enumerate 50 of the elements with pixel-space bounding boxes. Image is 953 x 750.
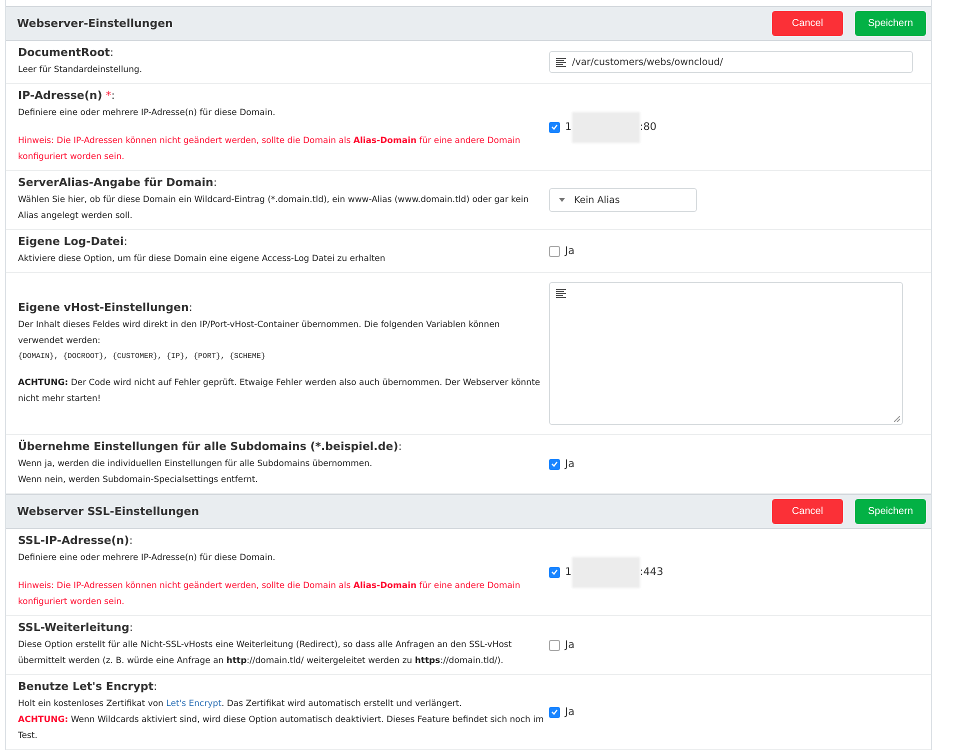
description-text: Aktiviere diese Option, um für diese Domain eine eigene Access-Log Datei zu erhalten (18, 253, 386, 266)
ip-checkbox[interactable] (549, 566, 560, 578)
lets-encrypt-link[interactable]: Let's Encrypt (166, 699, 222, 709)
checkbox[interactable] (549, 246, 560, 256)
description-text: Wenn nein, werden Subdomain-Specialsettings entfernt. (18, 474, 259, 487)
checkbox-label: Ja (565, 458, 575, 470)
ip-checkbox[interactable] (549, 122, 560, 132)
text-lines-icon (556, 58, 566, 66)
setting-label: Benutze Let's Encrypt: (18, 680, 158, 693)
description-text: Holt ein kostenloses Zertifikat von Let's Encrypt. Das Zertifikat wird automatisch erstellt und verlängert. (18, 698, 463, 711)
setting-label: SSL-Weiterleitung: (18, 621, 134, 634)
warning-text: Hinweis: Die IP-Adressen können nicht geändert werden, sollte die Domain als Alias-Domain für eine andere Domain konfiguriert worden sein. (18, 135, 522, 164)
warning-text: Hinweis: Die IP-Adressen können nicht geändert werden, sollte die Domain als Alias-Domain für eine andere Domain konfiguriert worden sein. (18, 580, 522, 609)
save-button[interactable]: Speichern (855, 499, 926, 524)
resize-grip-icon[interactable] (894, 416, 900, 422)
document-root-field[interactable]: /var/customers/webs/owncloud/ (549, 51, 913, 73)
description-text: Leer für Standardeinstellung. (18, 64, 144, 77)
setting-label: SSL-IP-Adresse(n): (18, 534, 134, 547)
setting-label: Eigene vHost-Einstellungen: (18, 300, 194, 314)
save-button[interactable]: Speichern (855, 11, 926, 36)
setting-label: IP-Adresse(n) *: (18, 89, 116, 102)
description-text: Der Inhalt dieses Feldes wird direkt in den IP/Port-vHost-Container übernommen. Die folgenden Variablen können verwendet werden: (18, 318, 501, 348)
checkbox-label: Ja (565, 245, 575, 257)
checkbox-label: Ja (565, 706, 575, 718)
ip-address-prefix: 1 (565, 566, 572, 578)
checkbox-label: Ja (565, 639, 575, 651)
section-title: Webserver-Einstellungen (17, 17, 173, 30)
ip-address-prefix: 1 (565, 121, 572, 133)
description-text: Definiere eine oder mehrere IP-Adresse(n) für diese Domain. (18, 552, 276, 565)
checkbox[interactable] (549, 458, 560, 470)
description-text: Diese Option erstellt für alle Nicht-SSL-vHosts eine Weiterleitung (Redirect), so dass alle Anfragen an den SSL-vHost übermittelt werden (z. B. würde eine Anfrage an http://domain.tld/ weitergeleitet werden zu https://domain.tld/). (18, 639, 513, 668)
section-title: Webserver SSL-Einstellungen (17, 505, 200, 518)
description-text: Wählen Sie hier, ob für diese Domain ein Wildcard-Eintrag (*.domain.tld), ein www-Alias (www.domain.tld) oder gar kein Alias angelegt werden soll. (18, 194, 530, 223)
checkbox[interactable] (549, 706, 560, 718)
cancel-button[interactable]: Cancel (772, 499, 843, 524)
alias-select[interactable]: Kein Alias (549, 188, 697, 212)
setting-label: Übernehme Einstellungen für alle Subdomains (*.beispiel.de): (18, 440, 403, 453)
setting-label: Eigene Log-Datei: (18, 235, 129, 248)
cancel-button[interactable]: Cancel (772, 11, 843, 36)
ip-address-port: :443 (640, 566, 664, 578)
warning-text: ACHTUNG: Wenn Wildcards aktiviert sind, wird diese Option automatisch deaktiviert. Dieses Feature befindet sich noch im Test. (18, 714, 545, 743)
description-text: Definiere eine oder mehrere IP-Adresse(n) für diese Domain. (18, 107, 276, 120)
caret-icon (559, 198, 565, 202)
checkbox[interactable] (549, 640, 560, 650)
setting-label: DocumentRoot: (18, 46, 115, 59)
description-text: Wenn ja, werden die individuellen Einstellungen für alle Subdomains übernommen. (18, 458, 374, 471)
setting-label: ServerAlias-Angabe für Domain: (18, 176, 218, 189)
description-text: ACHTUNG: Der Code wird nicht auf Fehler geprüft. Etwaige Fehler werden also auch übernommen. Der Webserver könnte nicht mehr starten! (18, 376, 542, 406)
ip-address-port: :80 (640, 121, 657, 133)
text-lines-icon (556, 289, 566, 298)
